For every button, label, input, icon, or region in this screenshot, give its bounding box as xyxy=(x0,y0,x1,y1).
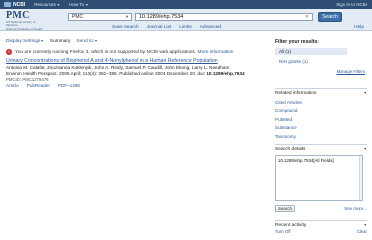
recent-activity-title: Recent activity xyxy=(275,223,307,228)
search-details-title: Search details xyxy=(275,147,306,152)
filter-title: Filter your results: xyxy=(275,39,319,45)
results-toolbar: Display Settings▼ Summary Send to:▼ xyxy=(6,39,266,44)
pmc-header: PMC US National Library of Medicine Nati… xyxy=(0,9,372,31)
pdf-link[interactable]: PDF–129K xyxy=(58,83,80,88)
manage-filters-link[interactable]: Manage Filters xyxy=(275,69,367,74)
search-button[interactable]: Search xyxy=(318,12,342,22)
article-title-link[interactable]: Urinary Concentrations of Bisphenol A an… xyxy=(6,58,218,64)
more-information-link[interactable]: More information xyxy=(197,50,233,55)
pmc-logo[interactable]: PMC US National Library of Medicine Nati… xyxy=(6,11,58,31)
journal-list-link[interactable]: Journal List xyxy=(147,25,172,30)
send-to-link[interactable]: Send to:▼ xyxy=(76,39,97,44)
pubreader-link[interactable]: PubReader xyxy=(27,83,50,88)
recent-activity-header[interactable]: Recent activity ▼ xyxy=(275,221,367,228)
search-details-textarea[interactable]: 10.1289/ehp.7534[All Fields] xyxy=(275,155,363,201)
related-title: Related information xyxy=(275,91,317,96)
howto-label: How To xyxy=(69,2,85,7)
ncbi-logo[interactable]: NCBI xyxy=(4,2,25,8)
collapse-icon: ▼ xyxy=(363,91,367,95)
related-pubmed[interactable]: PubMed xyxy=(275,117,367,122)
resources-label: Resources xyxy=(34,2,56,7)
collapse-icon: ▼ xyxy=(363,223,367,227)
header-links: Save search Journal List Limits Advanced xyxy=(112,25,221,30)
ncbi-logo-icon xyxy=(4,2,11,7)
search-input[interactable]: 10.1289/ehp.7534 ✕ xyxy=(135,13,313,21)
filter-all[interactable]: All (1) xyxy=(275,48,347,55)
related-cited-articles[interactable]: Cited Articles xyxy=(275,100,367,105)
signin-link[interactable]: Sign in to NCBI xyxy=(336,2,367,7)
chevron-down-icon: ▼ xyxy=(56,2,61,7)
database-value: PMC xyxy=(72,14,84,20)
chevron-down-icon: ▼ xyxy=(85,2,89,7)
search-query: 10.1289/ehp.7534 xyxy=(139,14,184,20)
summary-label: Summary xyxy=(49,39,71,44)
ncbi-logo-text: NCBI xyxy=(13,1,26,8)
chevron-down-icon: ▼ xyxy=(125,14,129,19)
display-settings-link[interactable]: Display Settings▼ xyxy=(6,39,44,44)
search-details-header[interactable]: Search details ▼ xyxy=(275,145,367,152)
search-details-text: 10.1289/ehp.7534[All Fields] xyxy=(278,158,334,163)
turn-off-link[interactable]: Turn Off xyxy=(275,229,291,234)
warning-text: You are currently running Firefox 3, whi… xyxy=(15,49,197,55)
filter-nih-grants[interactable]: NIH grants (1) xyxy=(275,59,367,64)
see-more-link[interactable]: See more... xyxy=(344,206,367,211)
related-compound[interactable]: Compound xyxy=(275,108,367,113)
ncbi-top-bar: NCBI Resources ▼ How To ▼ Sign in to NCB… xyxy=(0,0,372,9)
collapse-icon: ▼ xyxy=(363,147,367,151)
limits-link[interactable]: Limits xyxy=(179,25,192,30)
advanced-link[interactable]: Advanced xyxy=(200,25,221,30)
details-search-button[interactable]: Search xyxy=(275,205,295,212)
article-authors: Antonia M. Calafat, Zsuzsanna Kuklenyik,… xyxy=(6,65,230,70)
recent-activity-panel: Recent activity ▼ Turn Off Clear xyxy=(275,220,367,234)
article-link[interactable]: Article xyxy=(6,83,19,88)
pmc-logo-sub3: National Institutes of Health xyxy=(6,26,43,31)
database-select[interactable]: PMC ▼ xyxy=(68,13,132,21)
article-doi: 10.1289/ehp.7534 xyxy=(206,71,245,76)
search-details-panel: Search details ▼ 10.1289/ehp.7534[All Fi… xyxy=(275,144,367,212)
howto-menu[interactable]: How To ▼ xyxy=(69,2,88,7)
save-search-link[interactable]: Save search xyxy=(112,25,139,30)
browser-warning: ! You are currently running Firefox 3, w… xyxy=(6,49,271,55)
article-pmcid: PMCID: PMC1278476 xyxy=(6,77,49,82)
related-information-panel: Related information ▼ Cited Articles Com… xyxy=(275,88,367,139)
clear-link[interactable]: Clear xyxy=(357,229,367,234)
resources-menu[interactable]: Resources ▼ xyxy=(34,2,60,7)
search-details-scrollbar[interactable] xyxy=(359,156,362,200)
help-link[interactable]: Help xyxy=(354,25,364,30)
related-substance[interactable]: Substance xyxy=(275,125,367,130)
related-taxonomy[interactable]: Taxonomy xyxy=(275,134,367,139)
warning-icon: ! xyxy=(6,49,12,55)
related-header[interactable]: Related information ▼ xyxy=(275,89,367,96)
clear-icon[interactable]: ✕ xyxy=(305,14,309,20)
filter-panel: Filter your results: All (1) NIH grants … xyxy=(275,39,367,74)
article-citation: Environ Health Perspect. 2005 April; 113… xyxy=(6,71,245,76)
article-links: Article PubReader PDF–129K xyxy=(6,83,81,88)
